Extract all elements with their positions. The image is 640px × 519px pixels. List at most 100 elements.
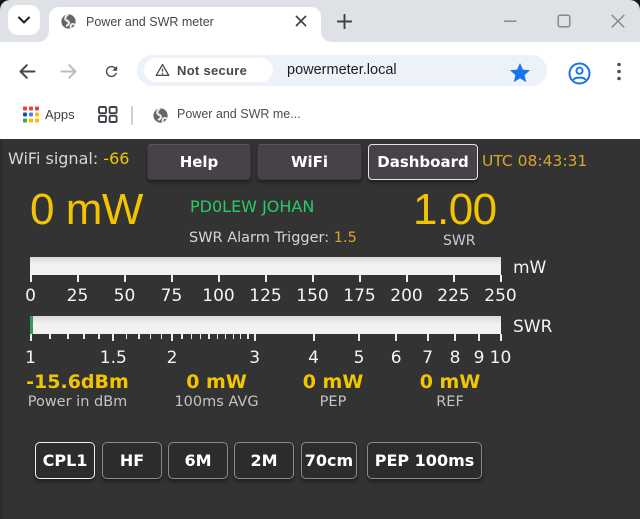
meter-major-tick <box>359 275 361 282</box>
grid-2x2-icon[interactable] <box>98 106 118 123</box>
meter-major-tick <box>30 275 32 282</box>
screenshot-root: Power and SWR meter Not secure powermete… <box>0 0 640 519</box>
meter-minor-tick <box>208 334 210 339</box>
callsign: PD0LEW JOHAN <box>190 197 314 216</box>
warning-triangle-icon <box>155 63 170 77</box>
profile-icon[interactable] <box>568 62 591 85</box>
help-button[interactable]: Help <box>147 144 251 180</box>
page-content: WiFi signal: -66 Help WiFi Dashboard UTC… <box>0 139 640 519</box>
meter-tick-label: 50 <box>114 286 136 306</box>
meter-minor-tick <box>225 334 227 339</box>
window-left-edge <box>0 139 2 519</box>
meter-major-tick <box>312 275 314 282</box>
bookmark-star-icon[interactable] <box>509 62 531 83</box>
swr-alarm-trigger: SWR Alarm Trigger: 1.5 <box>189 230 357 246</box>
meter-tick-label: 8 <box>450 348 461 368</box>
minimize-icon[interactable] <box>500 0 520 42</box>
tab-close-icon[interactable] <box>294 14 308 28</box>
meter-tick-label: 200 <box>390 286 422 306</box>
meter-minor-tick <box>233 334 235 339</box>
band-button-hf[interactable]: HF <box>102 442 162 479</box>
bookmarks-bar: Apps Power and SWR me... <box>0 96 640 139</box>
security-chip[interactable]: Not secure <box>144 58 273 82</box>
url-text[interactable]: powermeter.local <box>287 62 397 78</box>
apps-label[interactable]: Apps <box>45 107 75 122</box>
utc-clock: UTC 08:43:31 <box>482 152 587 170</box>
readout-label: 100ms AVG <box>174 394 258 410</box>
meter-minor-tick <box>150 334 152 339</box>
reload-icon[interactable] <box>103 63 120 80</box>
swr-meter-unit: SWR <box>513 317 552 337</box>
meter-major-tick <box>112 334 114 341</box>
meter-minor-tick <box>217 334 219 339</box>
meter-tick-label: 25 <box>67 286 89 306</box>
browser-tab[interactable]: Power and SWR meter <box>49 7 321 42</box>
tab-title: Power and SWR meter <box>86 15 214 29</box>
window-close-icon[interactable] <box>608 0 628 42</box>
dashboard-button[interactable]: Dashboard <box>368 144 478 180</box>
band-button-pep-100ms[interactable]: PEP 100ms <box>367 442 482 479</box>
meter-tick-label: 225 <box>437 286 469 306</box>
meter-major-tick <box>171 334 173 341</box>
meter-major-tick <box>30 334 32 341</box>
meter-tick-label: 175 <box>343 286 375 306</box>
band-button-70cm[interactable]: 70cm <box>301 442 357 479</box>
meter-minor-tick <box>98 334 100 339</box>
meter-major-tick <box>313 334 315 341</box>
kebab-menu-icon[interactable] <box>614 62 624 82</box>
tab-strip: Power and SWR meter <box>0 0 640 42</box>
meter-tick-label: 3 <box>249 348 260 368</box>
meter-minor-tick <box>49 334 51 339</box>
power-value: 0 mW <box>30 188 143 232</box>
meter-minor-tick <box>191 334 193 339</box>
readout-label: REF <box>436 394 464 410</box>
meter-minor-tick <box>67 334 69 339</box>
maximize-icon[interactable] <box>554 0 574 42</box>
meter-major-tick <box>500 275 502 282</box>
back-arrow-icon[interactable] <box>18 63 36 80</box>
meter-tick-label: 250 <box>484 286 516 306</box>
meter-minor-tick <box>200 334 202 339</box>
apps-grid-icon[interactable] <box>23 106 39 123</box>
bookmarks-separator <box>131 106 133 125</box>
new-tab-button[interactable] <box>337 14 352 29</box>
bookmark-favicon-icon <box>153 108 168 123</box>
chevron-down-icon <box>14 10 34 30</box>
wifi-signal-value: -66 <box>103 149 129 168</box>
meter-major-tick <box>265 275 267 282</box>
meter-tick-label: 4 <box>308 348 319 368</box>
meter-tick-label: 1 <box>25 348 36 368</box>
band-button-6m[interactable]: 6M <box>168 442 228 479</box>
meter-minor-tick <box>247 334 249 339</box>
swr-meter-bar <box>30 316 501 334</box>
meter-tick-label: 6 <box>391 348 402 368</box>
address-bar[interactable]: Not secure powermeter.local <box>137 55 547 86</box>
readout-value: 0 mW <box>420 371 481 393</box>
band-button-cpl1[interactable]: CPL1 <box>35 442 95 479</box>
globe-favicon-icon <box>61 14 76 29</box>
power-meter-unit: mW <box>513 258 546 278</box>
bookmark-item[interactable]: Power and SWR me... <box>177 107 301 121</box>
swr-value: 1.00 <box>413 188 497 232</box>
band-button-2m[interactable]: 2M <box>234 442 294 479</box>
meter-major-tick <box>478 334 480 341</box>
meter-minor-tick <box>83 334 85 339</box>
meter-tick-label: 2 <box>167 348 178 368</box>
wifi-signal: WiFi signal: -66 <box>8 149 129 168</box>
readout-label: PEP <box>320 394 347 410</box>
wifi-button[interactable]: WiFi <box>257 144 362 180</box>
readout-value: 0 mW <box>303 371 364 393</box>
meter-major-tick <box>218 275 220 282</box>
meter-tick-label: 75 <box>161 286 183 306</box>
swr-alarm-value: 1.5 <box>334 230 357 246</box>
meter-minor-tick <box>240 334 242 339</box>
meter-major-tick <box>395 334 397 341</box>
meter-major-tick <box>77 275 79 282</box>
meter-tick-label: 0 <box>25 286 36 306</box>
forward-arrow-icon[interactable] <box>60 63 78 80</box>
tab-search-button[interactable] <box>8 5 40 35</box>
meter-tick-label: 150 <box>296 286 328 306</box>
power-meter-bar <box>30 257 501 275</box>
meter-tick-label: 125 <box>249 286 281 306</box>
meter-minor-tick <box>126 334 128 339</box>
